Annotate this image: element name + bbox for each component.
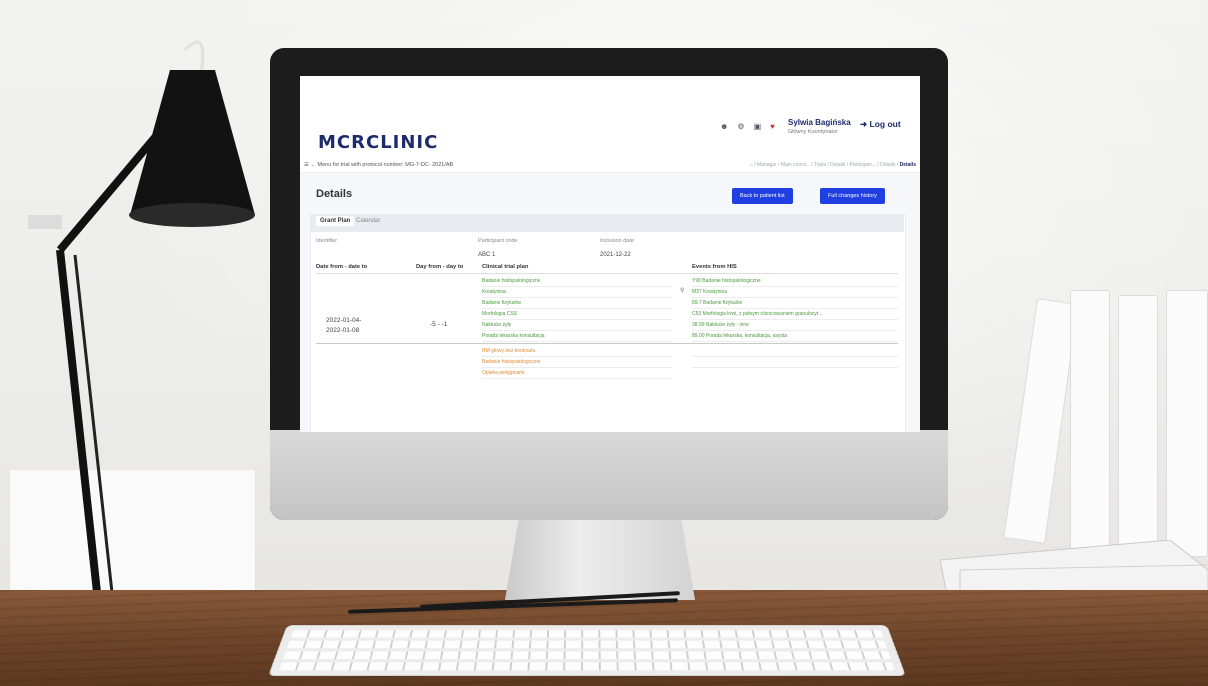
tab-calendar[interactable]: Calendar <box>356 218 380 224</box>
plan-item[interactable]: Nakłucie żyły <box>482 320 672 331</box>
page-title: Details <box>316 188 353 200</box>
user-name[interactable]: Sylwia Bagińska <box>788 118 851 127</box>
date-range: 2022-01-04- 2022-01-08 <box>326 316 361 336</box>
col-header-day: Day from - day to <box>416 264 464 270</box>
monitor-chin <box>270 430 948 520</box>
his-item[interactable]: Y90 Badanie histopatologiczne <box>692 276 898 287</box>
search-icon[interactable]: ⚲ <box>680 287 684 294</box>
back-to-patient-list-button[interactable]: Back to patient list <box>732 188 793 204</box>
date-from: 2022-01-04- <box>326 317 362 324</box>
home-icon[interactable]: ⌂ <box>750 162 753 168</box>
plan-item[interactable]: Badanie histopatologiczne <box>482 357 672 368</box>
plan-item[interactable]: Kreatynina <box>482 287 672 298</box>
identifier-label: Identifier <box>316 238 338 244</box>
his-item[interactable]: 38.99 Nakłucie żyły - inne <box>692 320 898 331</box>
his-item[interactable]: M37 Kreatynina <box>692 287 898 298</box>
his-item[interactable]: C53 Morfologia krwi, z pełnym różnicowan… <box>692 309 898 320</box>
participant-code-label: Participant code <box>478 238 518 244</box>
user-icon[interactable]: ☻ <box>720 122 728 131</box>
back-arrow-icon[interactable]: ← <box>310 162 316 168</box>
plan-item[interactable]: Porada lekarska konsultacja <box>482 331 672 342</box>
full-changes-history-button[interactable]: Full changes history <box>820 188 885 204</box>
tab-grant-plan[interactable]: Grant Plan <box>316 216 355 226</box>
settings-icon[interactable]: ⚙ <box>737 122 744 131</box>
col-header-his: Events from HIS <box>692 264 737 270</box>
breadcrumb: ⌂ / Manager / Main coord... / Trials / D… <box>750 162 916 168</box>
breadcrumb-current: Details <box>899 162 916 168</box>
calendar-icon[interactable]: ▣ <box>754 122 762 131</box>
trial-menu[interactable]: ☰ ← Menu for trial with protocol number:… <box>304 162 453 168</box>
col-header-plan: Clinical trial plan <box>482 264 529 270</box>
app: MCRCLINIC ☻ ⚙ ▣ ♥ Sylwia Bagińska Główny… <box>300 76 920 432</box>
app-logo: MCRCLINIC <box>318 132 439 153</box>
breadcrumb-path[interactable]: / Manager / Main coord... / Trials / Det… <box>754 162 898 168</box>
monitor-stand <box>505 510 695 600</box>
logout-label: Log out <box>869 119 901 129</box>
screen: MCRCLINIC ☻ ⚙ ▣ ♥ Sylwia Bagińska Główny… <box>300 76 920 432</box>
inclusion-date-value: 2021-12-22 <box>600 252 631 258</box>
his-item[interactable]: 89.00 Porada lekarska, konsultacja, asys… <box>692 331 898 342</box>
plan-item[interactable]: Opieka pielęgniarki <box>482 368 672 379</box>
menu-text: Menu for trial with protocol number: MG-… <box>317 162 454 168</box>
header-icons: ☻ ⚙ ▣ ♥ <box>720 122 775 131</box>
tabs: Grant Plan Calendar <box>310 214 904 232</box>
desk-lamp-icon <box>28 40 255 621</box>
plan-item[interactable]: Badanie fizykalne <box>482 298 672 309</box>
user-role: Główny Koordynator <box>788 129 838 135</box>
date-to: 2022-01-08 <box>326 327 360 334</box>
keyboard <box>268 625 906 676</box>
menu-bar: ☰ ← Menu for trial with protocol number:… <box>300 160 920 173</box>
menu-icon[interactable]: ☰ <box>304 162 309 168</box>
plan-item[interactable]: Morfologia CSS <box>482 309 672 320</box>
participant-code-value: ABC 1 <box>478 252 496 258</box>
logout-icon: ➜ <box>860 119 868 129</box>
bell-icon[interactable]: ♥ <box>770 122 775 131</box>
day-range: -5 - -1 <box>430 321 448 328</box>
inclusion-date-label: Inclusion date <box>600 238 634 244</box>
col-header-date: Date from - date to <box>316 264 368 270</box>
plan-item[interactable]: Badanie histopatologiczne <box>482 276 672 287</box>
logout-button[interactable]: ➜ Log out <box>860 119 901 130</box>
plan-item[interactable]: RM głowy bez kontrastu <box>482 346 672 357</box>
his-item[interactable]: 89.7 Badanie fizykalne <box>692 298 898 309</box>
